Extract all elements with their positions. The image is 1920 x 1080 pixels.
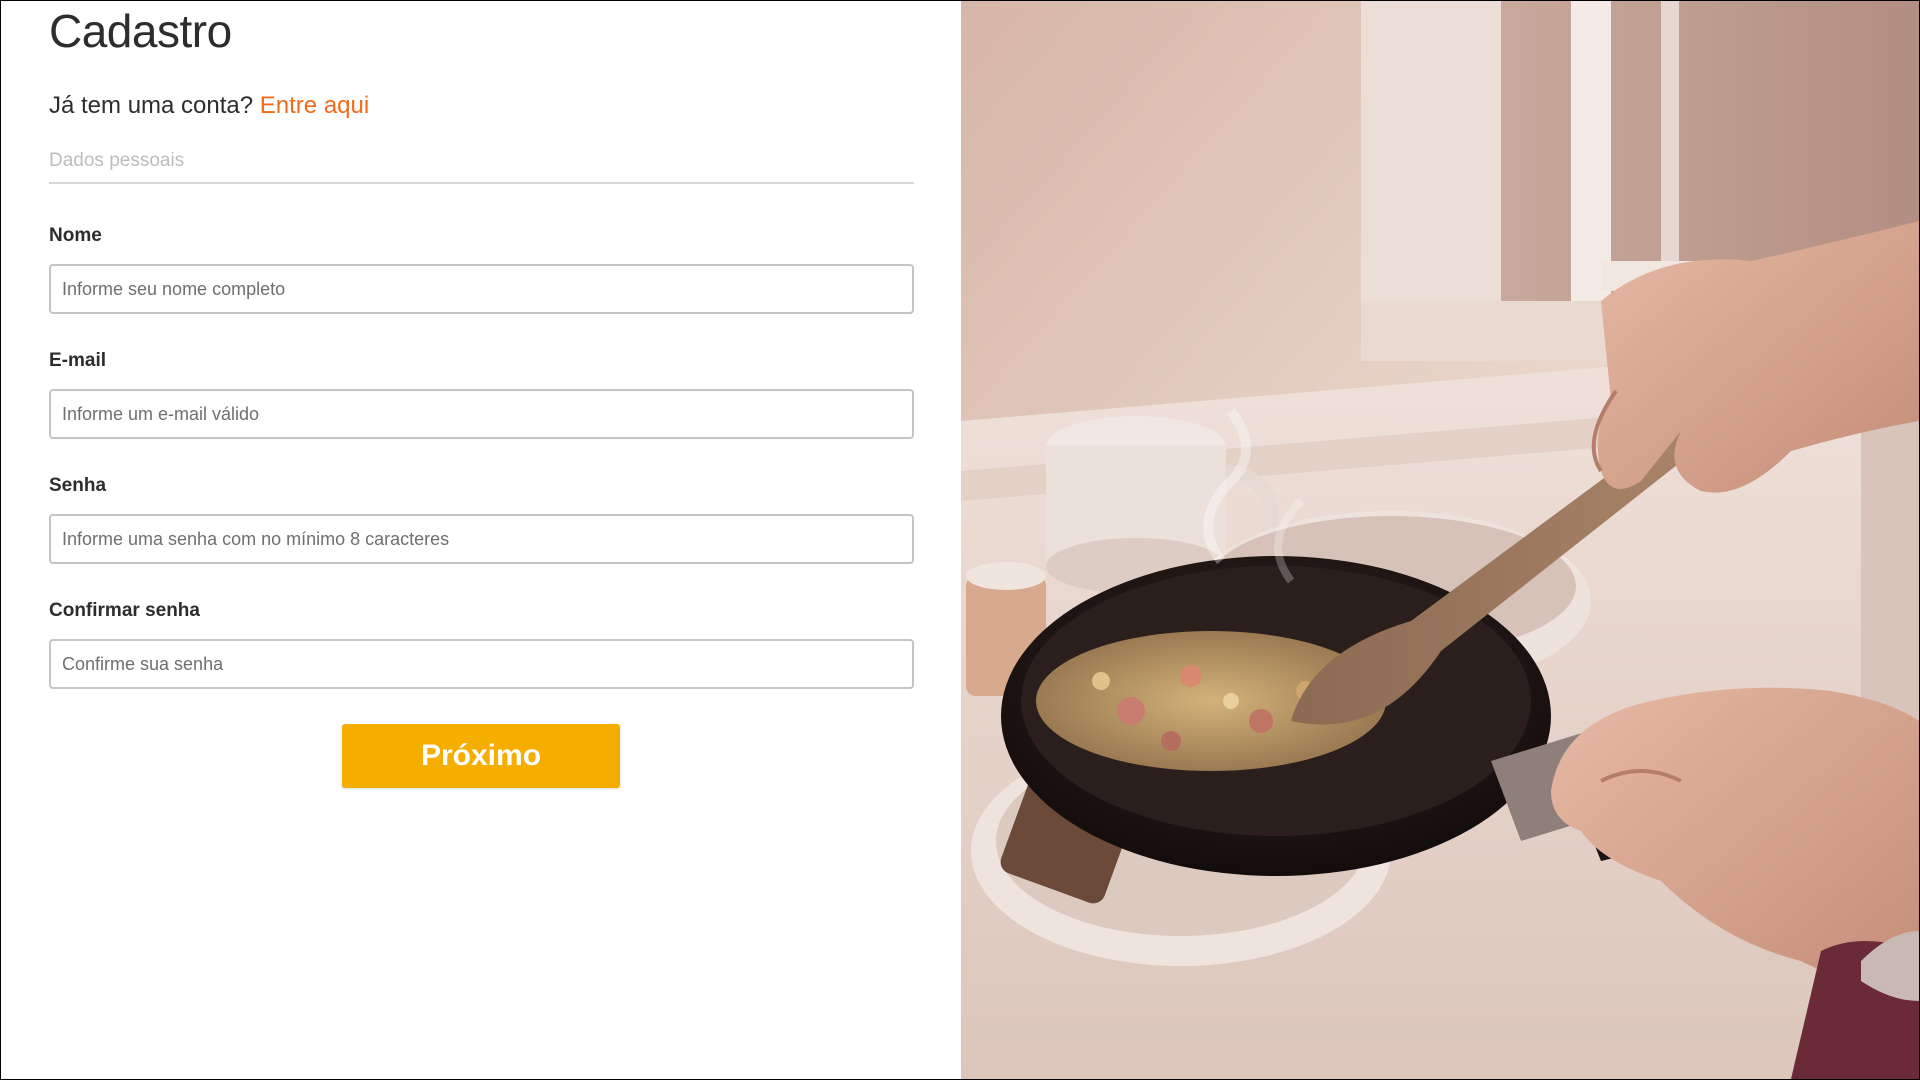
- email-label: E-mail: [49, 350, 107, 371]
- signup-panel: Cadastro Já tem uma conta? Entre aqui Da…: [1, 1, 961, 1079]
- login-link[interactable]: Entre aqui: [260, 92, 369, 119]
- login-prompt: Já tem uma conta? Entre aqui: [49, 89, 369, 123]
- confirm-password-label: Confirmar senha: [49, 600, 200, 621]
- confirm-password-field[interactable]: [49, 639, 914, 689]
- name-label: Nome: [49, 225, 102, 246]
- section-divider: [49, 182, 914, 184]
- page-frame: Cadastro Já tem uma conta? Entre aqui Da…: [0, 0, 1920, 1080]
- cooking-pan-photo: [961, 1, 1919, 1079]
- email-field[interactable]: [49, 389, 914, 439]
- password-label: Senha: [49, 475, 107, 496]
- password-field[interactable]: [49, 514, 914, 564]
- name-field[interactable]: [49, 264, 914, 314]
- page-title: Cadastro: [49, 5, 232, 57]
- hero-image: [961, 1, 1919, 1079]
- next-button[interactable]: Próximo: [342, 724, 620, 788]
- login-prompt-text: Já tem uma conta?: [49, 92, 254, 119]
- section-label: Dados pessoais: [49, 150, 185, 171]
